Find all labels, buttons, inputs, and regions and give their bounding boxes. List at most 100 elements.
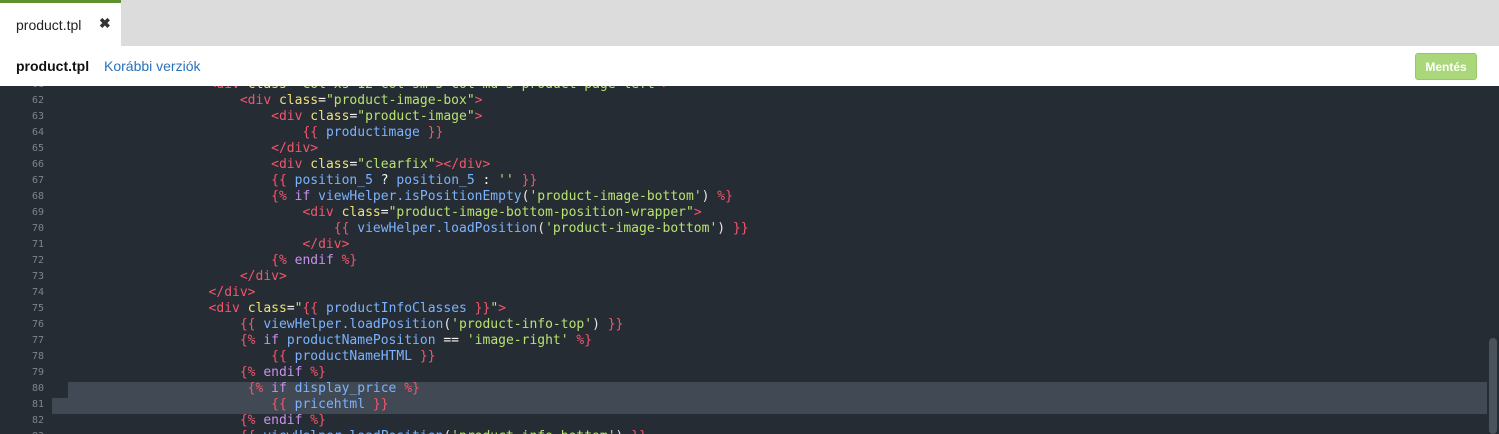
line-number: 64 xyxy=(31,127,44,138)
code-token: endif xyxy=(263,365,303,380)
code-token: productNameHTML xyxy=(294,349,413,364)
code-token: %} xyxy=(333,253,358,268)
code-token: display_price xyxy=(294,381,397,396)
code-line[interactable]: 68 {% if viewHelper.isPositionEmpty('pro… xyxy=(0,189,1487,205)
code-token: if xyxy=(263,333,287,348)
code-text: </div> xyxy=(52,237,349,253)
code-text: <div class="col-xs-12 col-sm-5 col-md-5 … xyxy=(52,86,671,93)
code-line[interactable]: 72 {% endif %} xyxy=(0,253,1487,269)
code-line[interactable]: 77 {% if productNamePosition == 'image-r… xyxy=(0,333,1487,349)
line-number: 61 xyxy=(0,86,44,93)
code-line[interactable]: 69 <div class="product-image-bottom-posi… xyxy=(0,205,1487,221)
code-line[interactable]: 71 </div> xyxy=(0,237,1487,253)
code-text: {% if display_price %} xyxy=(52,381,420,397)
line-number: 78 xyxy=(31,351,44,362)
code-token: ></div> xyxy=(435,157,491,172)
code-text: {% if productNamePosition == 'image-righ… xyxy=(52,333,592,349)
code-token: 'product-info-bottom' xyxy=(451,429,615,434)
code-token: {{ xyxy=(302,301,326,316)
scrollbar-thumb[interactable] xyxy=(1489,338,1497,434)
code-line[interactable]: 83 {{ viewHelper.loadPosition('product-i… xyxy=(0,429,1487,434)
line-number: 63 xyxy=(31,111,44,122)
code-line[interactable]: 61 <div class="col-xs-12 col-sm-5 col-md… xyxy=(0,86,1487,93)
code-token: == xyxy=(435,333,467,348)
code-token: {{ xyxy=(271,397,295,412)
code-token: }} xyxy=(412,349,436,364)
code-token: }} xyxy=(623,429,647,434)
code-token: 'product-image-bottom' xyxy=(545,221,718,236)
line-number: 83 xyxy=(0,429,44,434)
code-token: {% xyxy=(271,253,295,268)
code-token: '' xyxy=(498,173,514,188)
code-line[interactable]: 62 <div class="product-image-box"> xyxy=(0,93,1487,109)
code-line[interactable]: 70 {{ viewHelper.loadPosition('product-i… xyxy=(0,221,1487,237)
code-line[interactable]: 82 {% endif %} xyxy=(0,413,1487,429)
code-line[interactable]: 79 {% endif %} xyxy=(0,365,1487,381)
code-token: %} xyxy=(302,413,326,428)
save-button[interactable]: Mentés xyxy=(1415,53,1477,80)
code-text: {{ viewHelper.loadPosition('product-info… xyxy=(52,429,647,434)
code-token: <div xyxy=(239,93,279,108)
code-line[interactable]: 64 {{ productimage }} xyxy=(0,125,1487,141)
code-text: <div class="clearfix"></div> xyxy=(52,157,490,173)
code-token: = xyxy=(318,93,326,108)
code-token: class xyxy=(310,109,350,124)
previous-versions-link[interactable]: Korábbi verziók xyxy=(104,58,201,74)
code-line[interactable]: 65 </div> xyxy=(0,141,1487,157)
code-line[interactable]: 75 <div class="{{ productInfoClasses }}"… xyxy=(0,301,1487,317)
code-token: ) xyxy=(717,221,726,236)
code-token: if xyxy=(271,381,295,396)
line-number: 74 xyxy=(31,287,44,298)
code-token: %} xyxy=(302,365,326,380)
code-token: > xyxy=(663,86,671,92)
code-line[interactable]: 74 </div> xyxy=(0,285,1487,301)
code-token: }} xyxy=(513,173,538,188)
code-token: "product-image-box" xyxy=(325,93,475,108)
code-token: {{ xyxy=(240,429,263,434)
line-number: 68 xyxy=(31,191,44,202)
code-token: %} xyxy=(396,381,420,396)
tab-product-tpl[interactable]: product.tpl ✖ xyxy=(0,0,121,46)
line-number: 69 xyxy=(31,207,44,218)
code-line[interactable]: 67 {{ position_5 ? position_5 : '' }} xyxy=(0,173,1487,189)
code-token: }} xyxy=(599,317,624,332)
vertical-scrollbar[interactable] xyxy=(1487,86,1499,434)
code-line[interactable]: 78 {{ productNameHTML }} xyxy=(0,349,1487,365)
code-text: <div class="{{ productInfoClasses }}"> xyxy=(52,301,506,317)
code-token: 'product-info-top' xyxy=(451,317,593,332)
code-line[interactable]: 66 <div class="clearfix"></div> xyxy=(0,157,1487,173)
code-token: productInfoClasses xyxy=(325,301,467,316)
code-text: </div> xyxy=(52,269,287,285)
code-line[interactable]: 73 </div> xyxy=(0,269,1487,285)
code-token: }} xyxy=(466,301,491,316)
code-text: </div> xyxy=(52,285,256,301)
code-text: {{ viewHelper.loadPosition('product-imag… xyxy=(52,221,749,237)
code-token: </div> xyxy=(208,285,256,300)
code-token: {{ xyxy=(302,125,326,140)
code-token: class xyxy=(341,205,381,220)
code-token: : xyxy=(474,173,499,188)
code-token: <div xyxy=(271,157,311,172)
code-line[interactable]: 76 {{ viewHelper.loadPosition('product-i… xyxy=(0,317,1487,333)
code-text: {% if viewHelper.isPositionEmpty('produc… xyxy=(52,189,733,205)
code-token: viewHelper.loadPosition xyxy=(263,429,443,434)
code-line[interactable]: 81 {{ pricehtml }} xyxy=(0,397,1487,413)
code-token: {% xyxy=(239,365,264,380)
line-number: 79 xyxy=(31,367,44,378)
close-icon[interactable]: ✖ xyxy=(99,15,111,32)
code-token: = xyxy=(286,301,295,316)
code-line[interactable]: 63 <div class="product-image"> xyxy=(0,109,1487,125)
code-line[interactable]: 80 {% if display_price %} xyxy=(0,381,1487,397)
code-text: </div> xyxy=(52,141,318,157)
code-token: viewHelper.loadPosition xyxy=(263,317,444,332)
code-token: = xyxy=(380,205,389,220)
code-token: 'product-image-bottom' xyxy=(529,189,702,204)
line-number: 71 xyxy=(31,239,44,250)
code-token: = xyxy=(287,86,295,92)
code-token: productNamePosition xyxy=(286,333,436,348)
code-token: position_5 xyxy=(396,173,475,188)
code-token: ( xyxy=(443,317,452,332)
code-text: {{ productNameHTML }} xyxy=(52,349,436,365)
code-token: ) xyxy=(592,317,600,332)
code-editor[interactable]: 61 <div class="col-xs-12 col-sm-5 col-md… xyxy=(0,86,1499,434)
